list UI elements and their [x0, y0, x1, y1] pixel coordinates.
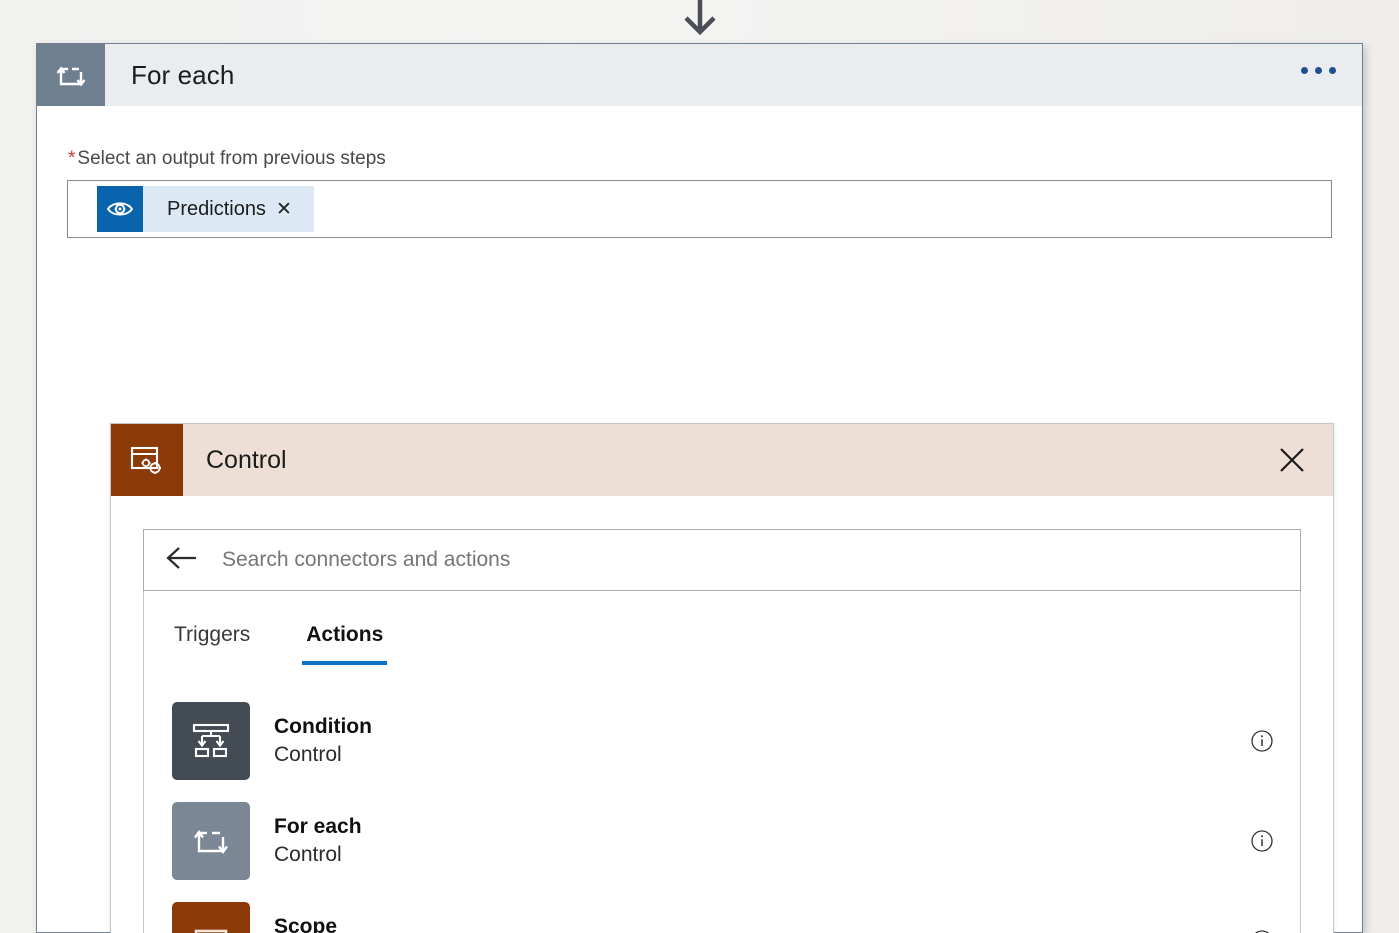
more-dot	[1329, 66, 1336, 74]
arrow-down-icon	[677, 0, 723, 36]
action-subtitle: Control	[274, 743, 342, 766]
list-item-text: For each Control	[250, 813, 362, 870]
tab-actions[interactable]: Actions	[302, 613, 388, 665]
list-item[interactable]: Scope Control	[144, 891, 1300, 933]
output-token-input[interactable]: Predictions ✕	[67, 180, 1332, 238]
action-subtitle: Control	[274, 843, 342, 866]
card-more-menu-button[interactable]	[1294, 44, 1362, 106]
scope-rectangle-icon	[172, 902, 250, 933]
more-dot	[1315, 66, 1322, 74]
required-marker: *	[68, 148, 76, 169]
more-dot	[1301, 66, 1308, 74]
action-title: Scope	[274, 914, 338, 933]
action-list: Condition Control For each Control Scope	[144, 691, 1300, 933]
output-field-label: * Select an output from previous steps	[67, 148, 1332, 170]
connector-picker-body: Triggers Actions	[111, 496, 1333, 933]
list-item-text: Scope Control	[250, 913, 342, 933]
tab-triggers[interactable]: Triggers	[170, 613, 254, 665]
for-each-action-card: For each * Select an output from previous…	[36, 43, 1363, 933]
info-icon[interactable]	[1250, 729, 1274, 753]
search-bar[interactable]	[143, 529, 1301, 591]
close-icon[interactable]	[1277, 424, 1333, 496]
card-header: For each	[37, 44, 1362, 106]
card-body: * Select an output from previous steps Pr…	[37, 148, 1362, 933]
remove-token-button[interactable]: ✕	[276, 200, 314, 219]
condition-branch-icon	[172, 702, 250, 780]
control-connector-panel: Control Search connectors and actions Tr…	[110, 423, 1334, 933]
card-title: For each	[131, 59, 235, 90]
flow-connector	[0, 0, 1399, 36]
output-field-label-text: Select an output from previous steps	[77, 148, 386, 169]
search-input[interactable]	[220, 547, 1300, 573]
action-title: Condition	[274, 714, 372, 738]
list-item[interactable]: Condition Control	[144, 691, 1300, 791]
for-each-loop-icon	[172, 802, 250, 880]
control-panel-header: Control	[111, 424, 1333, 496]
list-item[interactable]: For each Control	[144, 791, 1300, 891]
info-icon[interactable]	[1250, 829, 1274, 853]
predictions-token-chip[interactable]: Predictions ✕	[97, 186, 314, 232]
control-panel-title: Control	[206, 445, 287, 474]
arrow-left-icon[interactable]	[166, 546, 198, 575]
picker-tabs: Triggers Actions	[144, 613, 1300, 665]
control-window-gears-icon	[111, 424, 183, 496]
predictions-token-label: Predictions	[167, 197, 266, 220]
action-title: For each	[274, 814, 362, 838]
list-item-text: Condition Control	[250, 713, 372, 770]
ai-builder-eye-icon	[97, 186, 143, 232]
picker-tabs-region: Triggers Actions Condition Control For e…	[143, 591, 1301, 933]
for-each-loop-icon	[37, 44, 105, 106]
info-icon[interactable]	[1250, 929, 1274, 933]
